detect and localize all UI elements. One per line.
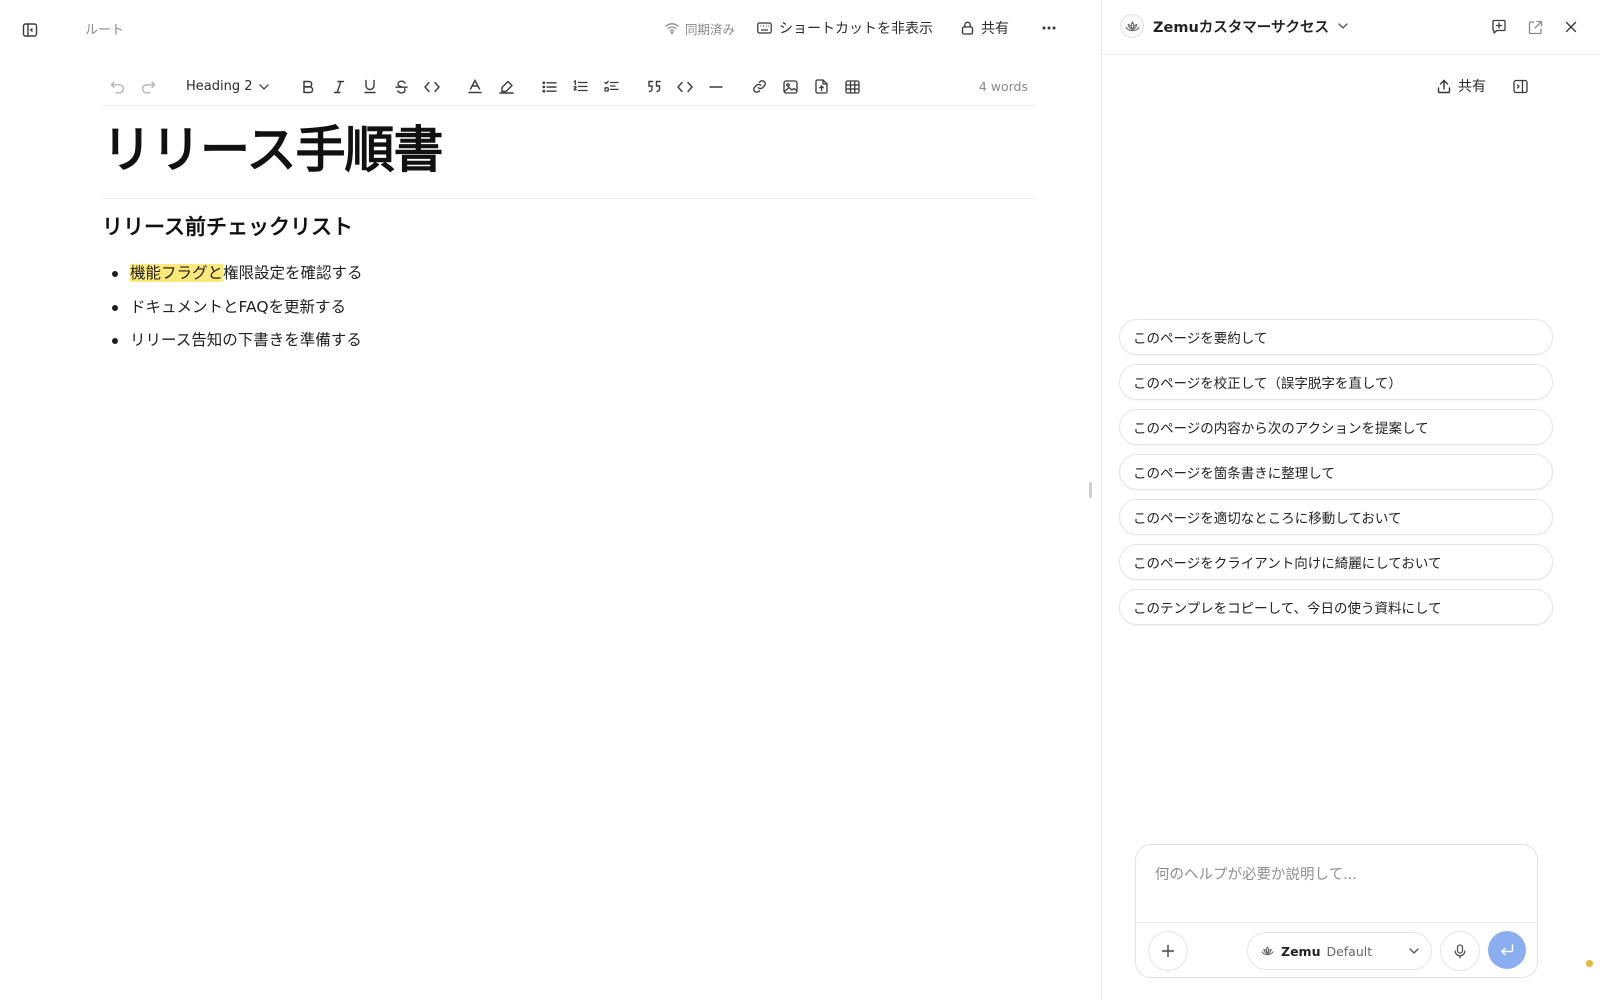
open-external-icon[interactable]	[1524, 16, 1546, 38]
italic-icon[interactable]	[324, 72, 355, 102]
add-attachment-button[interactable]	[1148, 931, 1188, 971]
keyboard-icon	[757, 22, 772, 34]
plus-icon	[1161, 944, 1175, 958]
model-variant: Default	[1326, 943, 1373, 959]
title-divider	[102, 198, 1036, 199]
sidebar-toggle-icon[interactable]	[19, 19, 41, 41]
code-block-icon[interactable]	[670, 72, 701, 102]
new-chat-icon[interactable]	[1488, 16, 1510, 38]
model-select[interactable]: Zemu Default	[1247, 932, 1432, 970]
image-icon[interactable]	[775, 72, 806, 102]
model-logo-icon	[1261, 946, 1274, 956]
heading-level-value: Heading 2	[186, 79, 253, 94]
editor-topbar-actions: 同期済み ショートカットを非表示 共有	[665, 14, 1061, 42]
list-item-text: リリース告知の下書きを準備する	[130, 331, 362, 349]
list-item-text: 権限設定を確認する	[223, 264, 363, 282]
suggestion-chip[interactable]: このページを要約して	[1119, 319, 1553, 355]
bold-icon[interactable]	[293, 72, 324, 102]
numbered-list-icon[interactable]	[565, 72, 596, 102]
text-color-icon[interactable]	[460, 72, 491, 102]
panel-share-button[interactable]: 共有	[1437, 76, 1486, 96]
chat-input[interactable]	[1155, 867, 1515, 883]
horizontal-rule-icon[interactable]	[701, 72, 732, 102]
suggestion-chip[interactable]: このページの内容から次のアクションを提案して	[1119, 409, 1553, 445]
chevron-down-icon	[1338, 23, 1348, 29]
heading-level-select[interactable]: Heading 2	[186, 79, 269, 94]
wifi-icon	[665, 22, 679, 34]
chevron-down-icon	[1409, 948, 1419, 954]
composer-divider	[1136, 922, 1537, 923]
workspace-logo-icon	[1120, 14, 1144, 38]
suggestion-chip[interactable]: このテンプレをコピーして、今日の使う資料にして	[1119, 589, 1553, 625]
document-title[interactable]: リリース手順書	[102, 118, 443, 182]
strikethrough-icon[interactable]	[386, 72, 417, 102]
more-options-icon[interactable]	[1037, 16, 1061, 40]
list-item[interactable]: 機能フラグと権限設定を確認する	[110, 257, 363, 291]
highlighted-text: 機能フラグと	[130, 264, 224, 282]
sync-status: 同期済み	[665, 19, 735, 38]
bullet-list-icon[interactable]	[534, 72, 565, 102]
share-button[interactable]: 共有	[961, 18, 1009, 38]
assistant-panel: Zemuカスタマーサクセス 共有 このページを要約して このページを校正して（誤…	[1101, 0, 1600, 1000]
link-icon[interactable]	[744, 72, 775, 102]
section-heading[interactable]: リリース前チェックリスト	[102, 212, 353, 242]
file-upload-icon[interactable]	[806, 72, 837, 102]
toggle-shortcuts-label: ショートカットを非表示	[779, 21, 933, 37]
editor-pane: ルート 同期済み ショートカットを非表示 共有 Heading 2 4 word…	[0, 0, 1101, 1000]
task-list-icon[interactable]	[596, 72, 627, 102]
list-item[interactable]: リリース告知の下書きを準備する	[110, 324, 363, 358]
suggestion-chip[interactable]: このページを適切なところに移動しておいて	[1119, 499, 1553, 535]
workspace-name: Zemuカスタマーサクセス	[1153, 19, 1329, 36]
chat-composer: Zemu Default	[1135, 844, 1538, 978]
checklist-bullets: 機能フラグと権限設定を確認する ドキュメントとFAQを更新する リリース告知の下…	[110, 257, 363, 358]
send-button[interactable]	[1488, 931, 1526, 969]
panel-header-actions	[1488, 16, 1582, 38]
toggle-shortcuts-button[interactable]: ショートカットを非表示	[757, 18, 933, 38]
panel-collapse-icon[interactable]	[1510, 76, 1530, 96]
workspace-select[interactable]: Zemuカスタマーサクセス	[1120, 14, 1348, 38]
formatting-toolbar: Heading 2 4 words	[102, 68, 1036, 106]
upload-icon	[1437, 79, 1451, 94]
list-item-text: ドキュメントとFAQを更新する	[130, 297, 347, 316]
word-count: 4 words	[978, 79, 1028, 94]
breadcrumb[interactable]: ルート	[85, 19, 124, 38]
voice-input-button[interactable]	[1440, 931, 1480, 971]
underline-icon[interactable]	[355, 72, 386, 102]
model-name: Zemu	[1281, 943, 1321, 959]
suggestion-chip[interactable]: このページをクライアント向けに綺麗にしておいて	[1119, 544, 1553, 580]
lock-icon	[961, 21, 974, 35]
blockquote-icon[interactable]	[639, 72, 670, 102]
prompt-suggestions: このページを要約して このページを校正して（誤字脱字を直して） このページの内容…	[1119, 319, 1553, 625]
status-dot	[1586, 960, 1593, 967]
table-icon[interactable]	[837, 72, 868, 102]
close-icon[interactable]	[1560, 16, 1582, 38]
assistant-panel-header: Zemuカスタマーサクセス	[1102, 0, 1600, 55]
sync-status-label: 同期済み	[684, 21, 735, 37]
list-item[interactable]: ドキュメントとFAQを更新する	[110, 291, 363, 325]
share-label: 共有	[981, 21, 1009, 37]
highlight-color-icon[interactable]	[491, 72, 522, 102]
undo-icon[interactable]	[102, 72, 133, 102]
microphone-icon	[1454, 943, 1466, 959]
suggestion-chip[interactable]: このページを箇条書きに整理して	[1119, 454, 1553, 490]
inline-code-icon[interactable]	[417, 72, 448, 102]
panel-share-label: 共有	[1458, 79, 1486, 95]
panel-resize-handle[interactable]	[1089, 482, 1092, 498]
enter-arrow-icon	[1500, 944, 1514, 956]
suggestion-chip[interactable]: このページを校正して（誤字脱字を直して）	[1119, 364, 1553, 400]
chevron-down-icon	[258, 83, 269, 90]
redo-icon[interactable]	[133, 72, 164, 102]
